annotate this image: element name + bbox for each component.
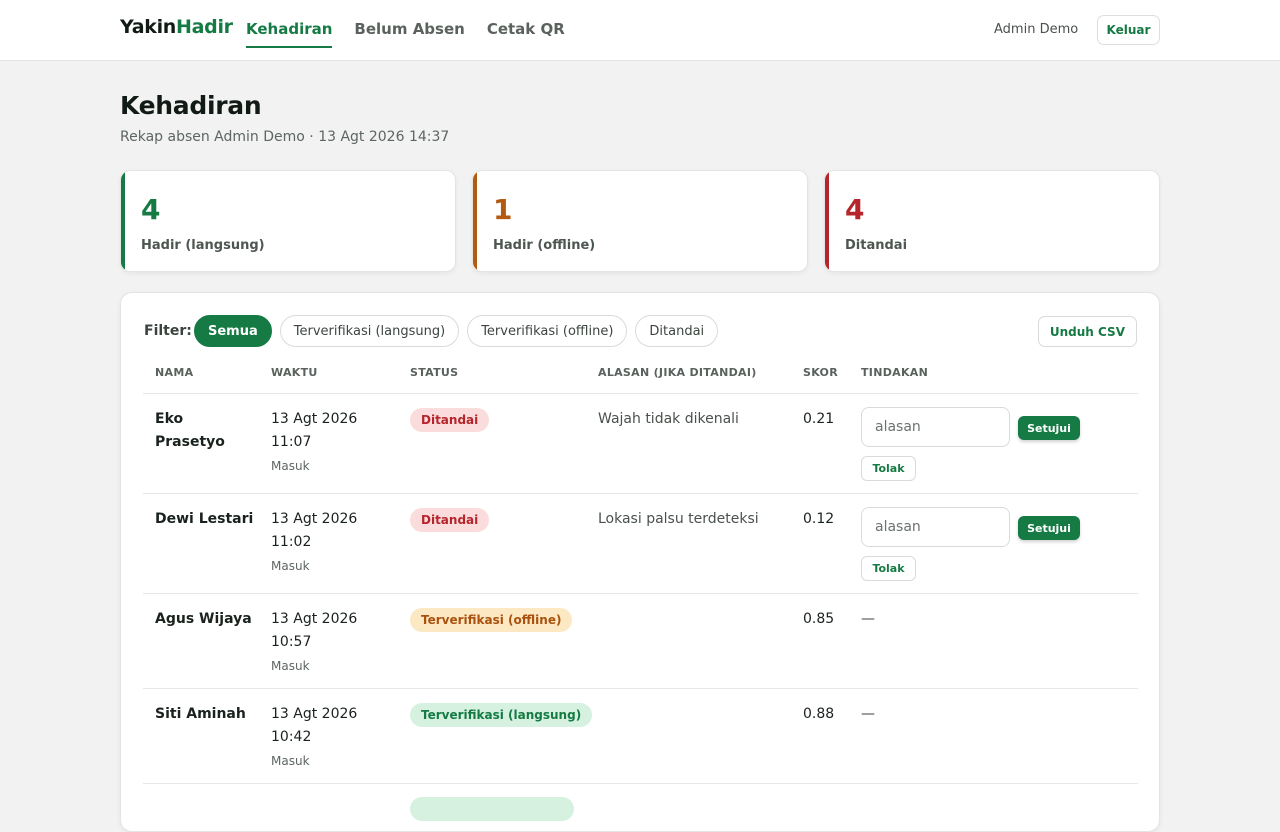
- row-type: Masuk: [271, 559, 310, 573]
- brand-logo[interactable]: YakinHadir: [120, 16, 233, 38]
- row-name: Siti Aminah: [155, 706, 246, 722]
- column-header-waktu: WAKTU: [271, 366, 318, 379]
- stat-value: 4: [845, 193, 865, 226]
- nav-belum-absen[interactable]: Belum Absen: [354, 0, 464, 48]
- status-badge: Ditandai: [410, 408, 490, 432]
- stat-value: 1: [493, 193, 513, 226]
- table-row: Agus Wijaya 13 Agt 2026 10:57 Masuk Terv…: [143, 594, 1138, 689]
- row-type: Masuk: [271, 459, 310, 473]
- stat-card-flagged: 4 Ditandai: [824, 170, 1160, 272]
- row-time: 13 Agt 2026 11:02 Masuk: [271, 508, 381, 578]
- row-reason: Wajah tidak dikenali: [598, 411, 739, 427]
- no-action: —: [861, 706, 875, 722]
- stat-card-live: 4 Hadir (langsung): [120, 170, 456, 272]
- column-header-status: STATUS: [410, 366, 459, 379]
- row-reason: Lokasi palsu terdeteksi: [598, 511, 759, 527]
- row-time: 13 Agt 2026 10:57 Masuk: [271, 608, 381, 678]
- filter-chip-ditandai[interactable]: Ditandai: [635, 315, 719, 347]
- stat-value: 4: [141, 193, 161, 226]
- nav-kehadiran[interactable]: Kehadiran: [246, 0, 333, 48]
- row-name: Dewi Lestari: [155, 511, 254, 527]
- stat-label: Ditandai: [845, 238, 908, 253]
- attendance-panel: Filter: Semua Terverifikasi (langsung) T…: [120, 292, 1160, 832]
- row-score: 0.21: [803, 411, 835, 427]
- reason-input[interactable]: alasan: [861, 407, 1010, 447]
- table-row: Dewi Lestari 13 Agt 2026 11:02 Masuk Dit…: [143, 494, 1138, 594]
- main-nav: Kehadiran Belum Absen Cetak QR: [246, 0, 565, 61]
- filter-chip-semua[interactable]: Semua: [194, 315, 272, 347]
- row-type: Masuk: [271, 754, 310, 768]
- column-header-tindakan: TINDAKAN: [861, 366, 929, 379]
- column-header-skor: SKOR: [803, 366, 838, 379]
- stat-label: Hadir (langsung): [141, 238, 265, 253]
- approve-button[interactable]: Setujui: [1018, 416, 1080, 440]
- nav-cetak-qr[interactable]: Cetak QR: [487, 0, 565, 48]
- logout-button[interactable]: Keluar: [1097, 15, 1160, 45]
- row-score: 0.12: [803, 511, 835, 527]
- page-subtitle: Rekap absen Admin Demo · 13 Agt 2026 14:…: [120, 129, 450, 145]
- filter-label: Filter:: [144, 323, 192, 339]
- status-badge-partial: [410, 797, 574, 821]
- row-score: 0.85: [803, 611, 835, 627]
- column-header-alasan: ALASAN (JIKA DITANDAI): [598, 366, 757, 379]
- reject-button[interactable]: Tolak: [861, 456, 916, 481]
- stat-label: Hadir (offline): [493, 238, 596, 253]
- row-name: Agus Wijaya: [155, 611, 252, 627]
- user-name: Admin Demo: [994, 22, 1079, 37]
- filter-chip-terverifikasi-langsung[interactable]: Terverifikasi (langsung): [279, 315, 460, 347]
- table-row: Eko Prasetyo 13 Agt 2026 11:07 Masuk Dit…: [143, 394, 1138, 494]
- column-header-nama: NAMA: [155, 366, 194, 379]
- stat-card-offline: 1 Hadir (offline): [472, 170, 808, 272]
- table-row: Siti Aminah 13 Agt 2026 10:42 Masuk Terv…: [143, 689, 1138, 784]
- filter-chips: Semua Terverifikasi (langsung) Terverifi…: [194, 315, 719, 347]
- page-title: Kehadiran: [120, 91, 262, 120]
- approve-button[interactable]: Setujui: [1018, 516, 1080, 540]
- status-badge: Terverifikasi (langsung): [410, 703, 593, 727]
- table-header: NAMA WAKTU STATUS ALASAN (JIKA DITANDAI)…: [143, 354, 1138, 394]
- status-badge: Terverifikasi (offline): [410, 608, 573, 632]
- row-score: 0.88: [803, 706, 835, 722]
- status-badge: Ditandai: [410, 508, 490, 532]
- top-navbar: YakinHadir Kehadiran Belum Absen Cetak Q…: [0, 0, 1280, 61]
- reject-button[interactable]: Tolak: [861, 556, 916, 581]
- filter-chip-terverifikasi-offline[interactable]: Terverifikasi (offline): [467, 315, 628, 347]
- row-type: Masuk: [271, 659, 310, 673]
- reason-input[interactable]: alasan: [861, 507, 1010, 547]
- no-action: —: [861, 611, 875, 627]
- row-name: Eko Prasetyo: [155, 411, 225, 450]
- row-time: 13 Agt 2026 11:07 Masuk: [271, 408, 381, 478]
- download-csv-button[interactable]: Unduh CSV: [1037, 316, 1137, 347]
- row-time: 13 Agt 2026 10:42 Masuk: [271, 703, 381, 773]
